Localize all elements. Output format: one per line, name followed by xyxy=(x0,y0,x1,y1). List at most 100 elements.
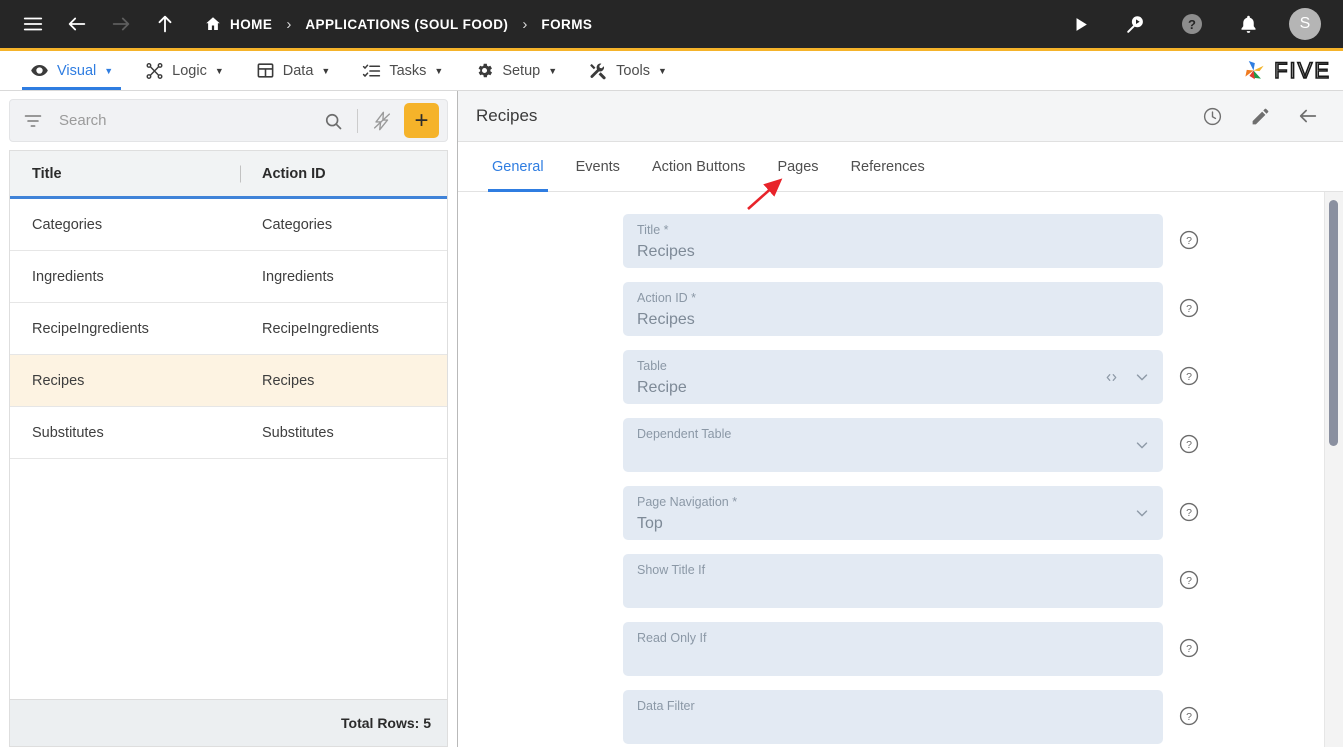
question-circle-icon[interactable]: ? xyxy=(1177,296,1201,320)
form-fields-scroll-area: Title * Recipes? Action ID * Recipes? Table R… xyxy=(458,192,1343,747)
breadcrumb-separator-2: › xyxy=(522,15,528,33)
question-circle-icon[interactable]: ? xyxy=(1177,228,1201,252)
tab-references[interactable]: References xyxy=(835,142,941,191)
form-detail-panel: Recipes General Events Action Buttons Pages… xyxy=(458,91,1343,747)
search-input[interactable] xyxy=(50,112,315,129)
search-icon[interactable] xyxy=(319,107,347,135)
breadcrumb-forms[interactable]: FORMS xyxy=(541,17,592,32)
menu-item-visual[interactable]: Visual ▼ xyxy=(14,51,129,90)
menu-item-setup[interactable]: Setup ▼ xyxy=(459,51,573,90)
search-bar: + xyxy=(9,99,448,142)
code-brackets-icon[interactable] xyxy=(1103,369,1120,386)
question-circle-icon[interactable]: ? xyxy=(1177,500,1201,524)
edit-pencil-icon[interactable] xyxy=(1247,103,1273,129)
tools-icon xyxy=(589,61,608,80)
tab-action-buttons[interactable]: Action Buttons xyxy=(636,142,762,191)
field-label: Table xyxy=(637,359,667,373)
hamburger-icon[interactable] xyxy=(18,9,48,39)
question-circle-icon[interactable]: ? xyxy=(1177,568,1201,592)
table-row[interactable]: Recipes Recipes xyxy=(10,355,447,407)
field-show-title-if[interactable]: Show Title If xyxy=(623,554,1163,608)
menu-item-visual-label: Visual xyxy=(57,62,97,79)
svg-text:?: ? xyxy=(1186,235,1192,247)
toolbar-divider xyxy=(357,108,358,133)
table-body: Categories Categories Ingredients Ingredien… xyxy=(10,199,447,699)
detail-tabs: General Events Action Buttons Pages Referenc… xyxy=(458,142,1343,192)
menu-item-logic[interactable]: Logic ▼ xyxy=(129,51,240,90)
filter-icon[interactable] xyxy=(20,108,46,134)
form-field-row: Table Recipe? xyxy=(623,350,1343,404)
question-circle-icon[interactable]: ? xyxy=(1177,704,1201,728)
field-label: Action ID * xyxy=(637,291,697,305)
question-circle-icon[interactable]: ? xyxy=(1177,636,1201,660)
breadcrumb-applications[interactable]: APPLICATIONS (SOUL FOOD) xyxy=(305,17,508,32)
field-read-only-if[interactable]: Read Only If xyxy=(623,622,1163,676)
field-page-navigation[interactable]: Page Navigation * Top xyxy=(623,486,1163,540)
menu-item-tools[interactable]: Tools ▼ xyxy=(573,51,683,90)
column-header-action-id[interactable]: Action ID xyxy=(240,166,447,182)
table-header-row: Title Action ID xyxy=(10,151,447,199)
menu-item-tasks[interactable]: Tasks ▼ xyxy=(346,51,459,90)
table-row[interactable]: Categories Categories xyxy=(10,199,447,251)
tab-general[interactable]: General xyxy=(476,142,560,192)
checklist-icon xyxy=(362,61,381,80)
svg-text:?: ? xyxy=(1186,711,1192,723)
form-field-row: Dependent Table? xyxy=(623,418,1343,472)
history-clock-icon[interactable] xyxy=(1199,103,1225,129)
field-dependent-table[interactable]: Dependent Table xyxy=(623,418,1163,472)
table-row[interactable]: Ingredients Ingredients xyxy=(10,251,447,303)
menu-item-tools-label: Tools xyxy=(616,62,650,79)
table-row[interactable]: RecipeIngredients RecipeIngredients xyxy=(10,303,447,355)
chevron-down-icon: ▼ xyxy=(104,65,114,76)
cell-title: Recipes xyxy=(32,372,85,389)
cell-title: RecipeIngredients xyxy=(32,320,149,337)
table-row[interactable]: Substitutes Substitutes xyxy=(10,407,447,459)
field-title[interactable]: Title * Recipes xyxy=(623,214,1163,268)
avatar[interactable]: S xyxy=(1289,8,1321,40)
arrow-left-icon[interactable] xyxy=(62,9,92,39)
field-value: Top xyxy=(637,514,663,532)
field-action-id[interactable]: Action ID * Recipes xyxy=(623,282,1163,336)
field-label: Data Filter xyxy=(637,699,695,713)
field-controls xyxy=(1133,504,1151,522)
menu-item-setup-label: Setup xyxy=(502,62,541,79)
question-circle-icon[interactable]: ? xyxy=(1177,364,1201,388)
eye-icon xyxy=(30,61,49,80)
arrow-up-icon[interactable] xyxy=(150,9,180,39)
chevron-down-icon[interactable] xyxy=(1133,368,1151,386)
question-circle-icon[interactable]: ? xyxy=(1177,432,1201,456)
chevron-down-icon: ▼ xyxy=(548,65,558,76)
lightning-disabled-icon[interactable] xyxy=(368,107,396,135)
svg-text:?: ? xyxy=(1186,371,1192,383)
field-data-filter[interactable]: Data Filter xyxy=(623,690,1163,744)
grid-table-icon xyxy=(256,61,275,80)
breadcrumb-separator-1: › xyxy=(286,15,292,33)
breadcrumb-home[interactable]: HOME xyxy=(204,15,272,33)
top-bar-actions: ? S xyxy=(1065,8,1327,40)
breadcrumb-home-label: HOME xyxy=(230,16,273,32)
chevron-down-icon[interactable] xyxy=(1133,436,1151,454)
play-icon[interactable] xyxy=(1065,9,1095,39)
chevron-down-icon: ▼ xyxy=(658,65,667,76)
form-field-row: Action ID * Recipes? xyxy=(623,282,1343,336)
field-value: Recipes xyxy=(637,310,695,328)
form-field-row: Data Filter? xyxy=(623,690,1343,744)
scrollbar-thumb[interactable] xyxy=(1329,200,1338,446)
menu-item-data[interactable]: Data ▼ xyxy=(240,51,347,90)
tab-events[interactable]: Events xyxy=(560,142,636,191)
bell-icon[interactable] xyxy=(1233,9,1263,39)
chevron-down-icon[interactable] xyxy=(1133,504,1151,522)
detail-header-actions xyxy=(1199,103,1321,129)
field-label: Page Navigation * xyxy=(637,495,738,509)
svg-text:?: ? xyxy=(1186,507,1192,519)
tab-pages[interactable]: Pages xyxy=(761,142,834,191)
add-form-button[interactable]: + xyxy=(404,103,439,138)
top-navigation-bar: HOME › APPLICATIONS (SOUL FOOD) › FORMS … xyxy=(0,0,1343,51)
search-play-icon[interactable] xyxy=(1121,9,1151,39)
question-circle-icon[interactable]: ? xyxy=(1177,9,1207,39)
back-arrow-icon[interactable] xyxy=(1295,103,1321,129)
table-footer: Total Rows: 5 xyxy=(9,699,448,747)
field-table[interactable]: Table Recipe xyxy=(623,350,1163,404)
forms-table: Title Action ID Categories Categories Ingr… xyxy=(9,150,448,699)
column-header-title[interactable]: Title xyxy=(10,166,240,182)
